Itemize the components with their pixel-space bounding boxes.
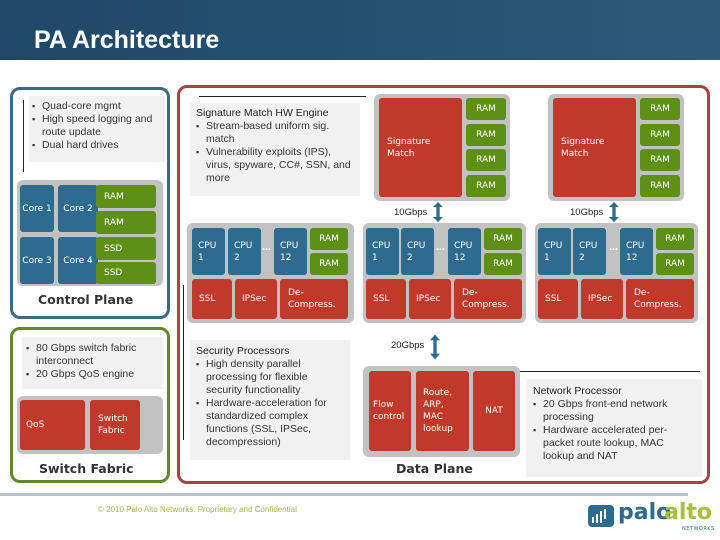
- ram-block: RAM: [466, 175, 506, 197]
- ssl-block: SSL: [538, 279, 578, 319]
- slide-title: PA Architecture: [34, 26, 220, 54]
- route-arp-mac-block: Route, ARP, MAC lookup: [416, 371, 469, 451]
- core-4: Core 4: [58, 237, 98, 284]
- ram-block: RAM: [96, 185, 156, 208]
- signature-match-block: Signature Match: [553, 98, 636, 197]
- security-processors-note: Security Processors High density paralle…: [190, 340, 350, 460]
- control-plane-note: Quad-core mgmt High speed logging and ro…: [29, 96, 165, 162]
- copyright-text: © 2010 Palo Alto Networks. Proprietary a…: [98, 505, 297, 514]
- bullet: High speed logging and route update: [32, 113, 162, 139]
- logo-subtitle: NETWORKS: [682, 526, 715, 532]
- ram-block: RAM: [640, 149, 680, 171]
- signature-engine-note: Signature Match HW Engine Stream-based u…: [190, 103, 360, 196]
- bidirectional-arrow-icon: [609, 202, 619, 222]
- ram-block: RAM: [656, 228, 694, 250]
- ellipsis: …: [262, 243, 271, 253]
- network-processor-note: Network Processor 20 Gbps front-end netw…: [526, 379, 702, 477]
- cpu-block: CPU 1: [538, 228, 571, 275]
- footer-rule: [0, 493, 688, 496]
- switch-fabric-label: Switch Fabric: [39, 461, 134, 476]
- palo-alto-logo: palo alto NETWORKS: [588, 500, 718, 536]
- decompress-block: De-Compress.: [626, 279, 694, 319]
- qos-block: QoS: [20, 400, 85, 450]
- ssd-block: SSD: [96, 237, 156, 260]
- cpu-block: CPU 2: [228, 228, 261, 275]
- switch-fabric-note: 80 Gbps switch fabric interconnect 20 Gb…: [22, 337, 163, 389]
- ram-block: RAM: [310, 228, 348, 250]
- cpu-block: CPU 12: [448, 228, 481, 275]
- ram-block: RAM: [466, 149, 506, 171]
- palo-alto-logo-icon: [588, 505, 614, 527]
- connector-line: [520, 371, 700, 372]
- logo-word-alto: alto: [664, 500, 713, 525]
- cpu-block: CPU 1: [366, 228, 399, 275]
- bullet: Quad-core mgmt: [32, 100, 162, 113]
- bullet: 20 Gbps front-end network processing: [533, 398, 695, 424]
- decompress-block: De-Compress.: [454, 279, 522, 319]
- ram-block: RAM: [96, 211, 156, 234]
- ssl-block: SSL: [192, 279, 232, 319]
- ram-block: RAM: [640, 98, 680, 120]
- note-heading: Signature Match HW Engine: [196, 107, 329, 119]
- control-plane-label: Control Plane: [38, 292, 134, 307]
- cpu-block: CPU 12: [274, 228, 307, 275]
- connector-line: [199, 96, 366, 97]
- ipsec-block: IPSec: [409, 279, 451, 319]
- ram-block: RAM: [484, 228, 522, 250]
- ssd-block: SSD: [96, 262, 156, 284]
- bullet: Hardware-acceleration for standardized c…: [196, 397, 344, 449]
- ram-block: RAM: [466, 98, 506, 120]
- data-plane-label: Data Plane: [396, 461, 473, 476]
- bullet: High density parallel processing for fle…: [196, 358, 344, 397]
- bidirectional-arrow-icon: [430, 334, 440, 360]
- cpu-block: CPU 2: [573, 228, 606, 275]
- connector-line: [23, 100, 24, 172]
- bullet: Dual hard drives: [32, 139, 162, 152]
- switch-fabric-block: Switch Fabric: [90, 400, 140, 450]
- ellipsis: …: [609, 243, 618, 253]
- bullet: 20 Gbps QoS engine: [26, 368, 159, 381]
- bidirectional-arrow-icon: [433, 202, 443, 222]
- ipsec-block: IPSec: [581, 279, 623, 319]
- bullet: Stream-based uniform sig. match: [196, 120, 354, 146]
- ipsec-block: IPSec: [235, 279, 277, 319]
- ram-block: RAM: [640, 124, 680, 146]
- ram-block: RAM: [310, 253, 348, 275]
- ram-block: RAM: [484, 253, 522, 275]
- core-3: Core 3: [20, 237, 54, 284]
- decompress-block: De-Compress.: [280, 279, 348, 319]
- bullet: Hardware accelerated per-packet route lo…: [533, 424, 695, 463]
- cpu-block: CPU 1: [192, 228, 225, 275]
- connector-line: [183, 285, 184, 440]
- bullet: Vulnerability exploits (IPS), virus, spy…: [196, 146, 354, 185]
- cpu-block: CPU 2: [401, 228, 434, 275]
- cpu-block: CPU 12: [620, 228, 653, 275]
- link-speed-label: 20Gbps: [391, 340, 425, 351]
- link-speed-label: 10Gbps: [394, 207, 428, 218]
- ssl-block: SSL: [366, 279, 406, 319]
- note-heading: Security Processors: [196, 345, 290, 357]
- link-speed-label: 10Gbps: [570, 207, 604, 218]
- bullet: 80 Gbps switch fabric interconnect: [26, 342, 159, 368]
- ram-block: RAM: [656, 253, 694, 275]
- note-heading: Network Processor: [533, 385, 622, 397]
- ram-block: RAM: [466, 124, 506, 146]
- ram-block: RAM: [640, 175, 680, 197]
- flow-control-block: Flow control: [369, 371, 411, 451]
- core-2: Core 2: [58, 185, 98, 232]
- core-1: Core 1: [20, 185, 54, 232]
- signature-match-block: Signature Match: [379, 98, 462, 197]
- ellipsis: …: [436, 243, 445, 253]
- nat-block: NAT: [473, 371, 515, 451]
